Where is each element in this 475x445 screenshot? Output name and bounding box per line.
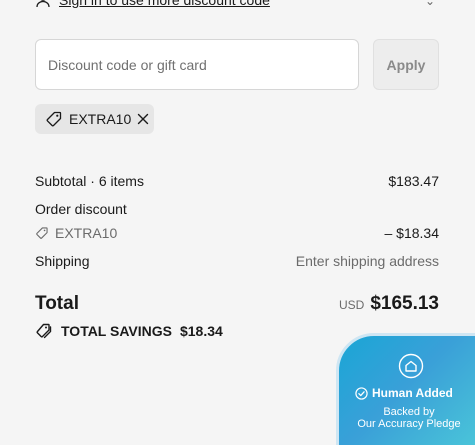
badge-subtitle: Backed by Our Accuracy Pledge	[339, 406, 475, 430]
total-savings-row: TOTAL SAVINGS $18.34	[35, 322, 223, 340]
badge-line-2: Our Accuracy Pledge	[357, 418, 461, 430]
total-label: Total	[35, 293, 79, 314]
signin-link[interactable]: Sign in to use more discount code	[59, 0, 270, 8]
tag-icon	[45, 110, 63, 128]
chevron-down-icon[interactable]: ⌄	[425, 0, 435, 8]
house-icon	[398, 353, 424, 379]
discount-value: – $18.34	[384, 225, 440, 241]
tag-icon	[36, 227, 48, 239]
currency-code: USD	[338, 298, 365, 312]
subtotal-label: Subtotal · 6 items	[35, 173, 144, 189]
order-discount-label: Order discount	[35, 201, 127, 217]
signin-row: Sign in to use more discount code	[35, 0, 270, 9]
discount-code-line: EXTRA10	[35, 225, 117, 241]
savings-tag-icon	[36, 323, 52, 339]
order-discount-row: Order discount	[35, 200, 439, 218]
badge-title: Human Added	[372, 386, 453, 400]
shipping-label: Shipping	[35, 253, 90, 269]
discount-code-label: EXTRA10	[55, 225, 118, 241]
apply-button[interactable]: Apply	[373, 39, 439, 90]
total-value: $165.13	[370, 293, 439, 314]
discount-row: Apply	[35, 39, 439, 90]
savings-label: TOTAL SAVINGS	[61, 323, 172, 339]
total-row: Total USD $165.13	[35, 291, 439, 317]
subtotal-value: $183.47	[388, 173, 439, 189]
discount-code-row: EXTRA10 – $18.34	[35, 224, 439, 242]
accuracy-pledge-badge[interactable]: Human Added Backed by Our Accuracy Pledg…	[336, 333, 475, 445]
user-icon	[36, 0, 50, 8]
total-value-group: USD $165.13	[339, 293, 439, 315]
subtotal-row: Subtotal · 6 items $183.47	[35, 172, 439, 190]
shipping-row: Shipping Enter shipping address	[35, 252, 439, 270]
badge-title-row: Human Added	[355, 386, 453, 400]
badge-line-1: Backed by	[383, 406, 435, 418]
remove-discount-icon[interactable]	[137, 111, 149, 127]
discount-code-input[interactable]	[35, 39, 359, 90]
applied-discount-chip: EXTRA10	[35, 104, 154, 134]
shipping-value: Enter shipping address	[295, 253, 439, 269]
savings-value: $18.34	[179, 323, 223, 339]
applied-code-label: EXTRA10	[69, 111, 132, 127]
check-circle-icon	[355, 386, 368, 400]
